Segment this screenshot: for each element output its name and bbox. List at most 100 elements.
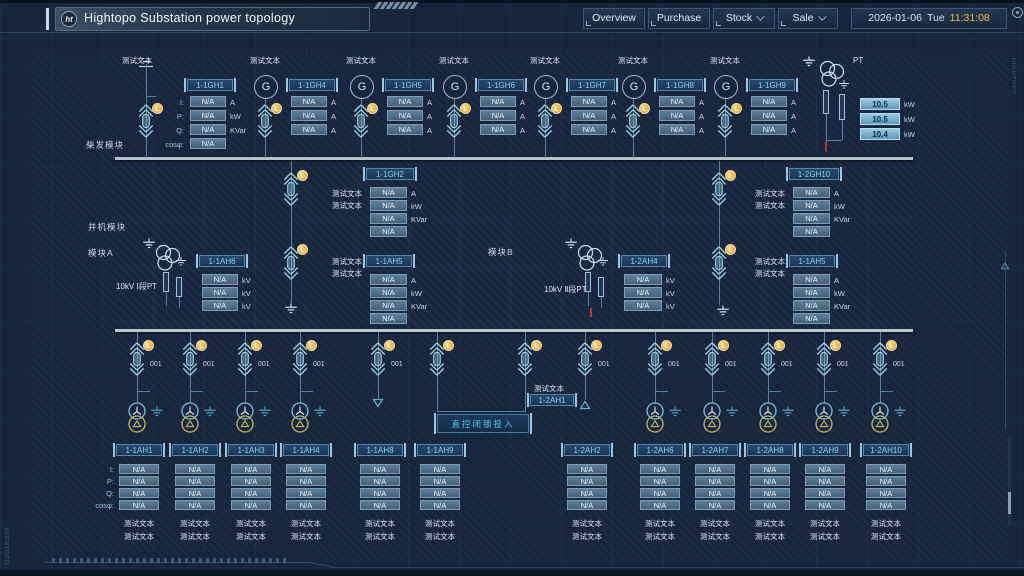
brand-vertical-text: HIGHTOPO xyxy=(1010,58,1016,142)
lock-badge[interactable]: L xyxy=(271,103,282,114)
lock-badge[interactable]: L xyxy=(774,340,785,351)
lock-badge[interactable]: L xyxy=(725,244,736,255)
lock-badge[interactable]: L xyxy=(639,103,650,114)
unit-label: A xyxy=(791,98,796,107)
row-label: P: xyxy=(150,112,184,121)
table-label-1-2ah10: 1-2AH10 xyxy=(863,444,909,456)
wire xyxy=(769,391,781,392)
value-cell: N/A xyxy=(640,476,680,486)
lock-badge[interactable]: L xyxy=(251,340,262,351)
pt-winding xyxy=(839,94,845,120)
nav-button-stock[interactable]: Stock xyxy=(713,8,775,29)
value-cell: N/A xyxy=(866,476,906,486)
table-label-1-1ah4: 1-1AH4 xyxy=(283,444,329,456)
unit-label: KVar xyxy=(834,215,850,224)
value-cell: N/A xyxy=(567,488,607,498)
footer-glyph-strip xyxy=(52,558,287,563)
value-cell: N/A xyxy=(360,500,400,510)
value-cell: N/A xyxy=(751,110,787,121)
header-accent-bar xyxy=(46,8,49,30)
nav-button-sale[interactable]: Sale xyxy=(778,8,838,29)
wire xyxy=(179,297,180,308)
test-text-label: 测试文本 xyxy=(111,531,167,542)
generator-icon: G xyxy=(254,75,278,99)
scada-dashboard: ht Hightopo Substation power topology Ov… xyxy=(0,0,1024,576)
value-cell: N/A xyxy=(793,287,830,298)
lock-badge[interactable]: L xyxy=(443,340,454,351)
value-cell: N/A xyxy=(750,464,790,474)
value-cell: N/A xyxy=(571,124,607,135)
ground-icon xyxy=(838,80,850,90)
transformer-icon xyxy=(126,401,148,435)
lock-badge[interactable]: L xyxy=(297,170,308,181)
value-cell: N/A xyxy=(805,500,845,510)
unit-label: A xyxy=(331,98,336,107)
section-label-parallel: 并机模块 xyxy=(88,221,126,233)
feeder-code: 001 xyxy=(598,361,610,368)
edge-bracket xyxy=(1005,250,1006,430)
ground-icon xyxy=(597,257,609,267)
unit-label: A xyxy=(791,112,796,121)
transformer-icon xyxy=(813,401,835,435)
ground-icon xyxy=(313,406,327,418)
unit-label: A xyxy=(611,112,616,121)
test-text-label: 测试文本 xyxy=(167,518,223,529)
lock-badge[interactable]: L xyxy=(306,340,317,351)
unit-label: A xyxy=(520,98,525,107)
value-cell: N/A xyxy=(175,500,215,510)
wire xyxy=(138,391,150,392)
unit-label: kW xyxy=(230,112,241,121)
value-cell: N/A xyxy=(640,464,680,474)
value-cell: N/A xyxy=(360,464,400,474)
footer-line xyxy=(308,562,332,567)
unit-label: kV xyxy=(666,302,675,311)
unit-label: A xyxy=(427,126,432,135)
value-cell: N/A xyxy=(387,110,423,121)
lock-badge[interactable]: L xyxy=(661,340,672,351)
wire xyxy=(825,391,837,392)
feeder-code: 001 xyxy=(258,361,270,368)
nav-button-overview[interactable]: Overview xyxy=(583,8,645,29)
lock-badge[interactable]: L xyxy=(551,103,562,114)
settings-icon[interactable] xyxy=(1012,7,1023,18)
row-label: cosφ: xyxy=(150,140,184,149)
row-label: I: xyxy=(80,465,114,474)
nav-button-purchase[interactable]: Purchase xyxy=(648,8,710,29)
lock-badge[interactable]: L xyxy=(460,103,471,114)
lock-badge[interactable]: L xyxy=(367,103,378,114)
lock-badge[interactable]: L xyxy=(731,103,742,114)
value-cell: N/A xyxy=(119,488,159,498)
transformer-icon xyxy=(869,401,891,435)
value-cell: N/A xyxy=(202,274,238,285)
nav-label: Sale xyxy=(792,12,813,24)
value-cell: N/A xyxy=(624,274,662,285)
lock-badge[interactable]: L xyxy=(297,244,308,255)
lock-badge[interactable]: L xyxy=(830,340,841,351)
lock-badge[interactable]: L xyxy=(725,170,736,181)
unit-label: kV xyxy=(242,302,251,311)
lock-badge[interactable]: L xyxy=(531,340,542,351)
value-cell: N/A xyxy=(370,274,407,285)
alarm-tick xyxy=(590,308,592,317)
feeder-label-1-1gh9: 1-1GH9 xyxy=(749,79,795,91)
section-label-diesel: 柴发模块 xyxy=(86,139,124,151)
test-text-label: 测试文本 xyxy=(742,531,798,542)
transformer-icon xyxy=(179,401,201,435)
feeder-code: 001 xyxy=(781,361,793,368)
lock-badge[interactable]: L xyxy=(886,340,897,351)
lock-badge[interactable]: L xyxy=(384,340,395,351)
scrollbar-thumb[interactable] xyxy=(1008,492,1011,514)
ground-icon xyxy=(668,406,682,418)
lock-badge[interactable]: L xyxy=(718,340,729,351)
alarm-tick xyxy=(825,142,827,151)
test-text-label: 测试文本 xyxy=(523,55,567,66)
unit-label: A xyxy=(611,98,616,107)
value-cell: N/A xyxy=(805,476,845,486)
ground-icon xyxy=(175,257,187,267)
lock-badge[interactable]: L xyxy=(591,340,602,351)
value-cell: N/A xyxy=(420,488,460,498)
test-text-label: 测试文本 xyxy=(223,531,279,542)
interlock-button[interactable]: 直控闭锁投入 xyxy=(437,414,529,433)
lock-badge[interactable]: L xyxy=(196,340,207,351)
lock-badge[interactable]: L xyxy=(143,340,154,351)
